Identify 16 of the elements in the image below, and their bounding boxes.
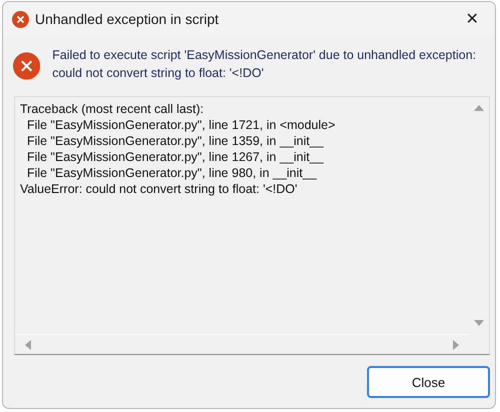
scroll-left-icon[interactable]: [23, 340, 33, 350]
close-button[interactable]: ✕: [449, 2, 495, 36]
traceback-line: File "EasyMissionGenerator.py", line 1267, in __init__: [26, 149, 325, 165]
error-icon: [12, 10, 29, 28]
error-message: Failed to execute script 'EasyMissionGenerator' due to unhandled exception: could not convert string to float: '<!DO': [52, 47, 478, 82]
traceback-line: File "EasyMissionGenerator.py", line 980, in __init__: [26, 165, 318, 181]
window-title: Unhandled exception in script: [35, 11, 220, 27]
traceback-line: ValueError: could not convert string to float: '<!DO': [20, 181, 298, 197]
traceback-line: File "EasyMissionGenerator.py", line 1359, in __init__: [26, 133, 325, 149]
close-button[interactable]: Close: [367, 366, 490, 398]
traceback-line: File "EasyMissionGenerator.py", line 1721, in <module>: [26, 117, 336, 133]
scroll-down-icon[interactable]: [474, 318, 484, 328]
traceback-line: Traceback (most recent call last):: [20, 101, 205, 117]
traceback-text-area[interactable]: [14, 96, 490, 355]
scroll-up-icon[interactable]: [474, 103, 484, 113]
scroll-right-icon[interactable]: [451, 340, 461, 350]
